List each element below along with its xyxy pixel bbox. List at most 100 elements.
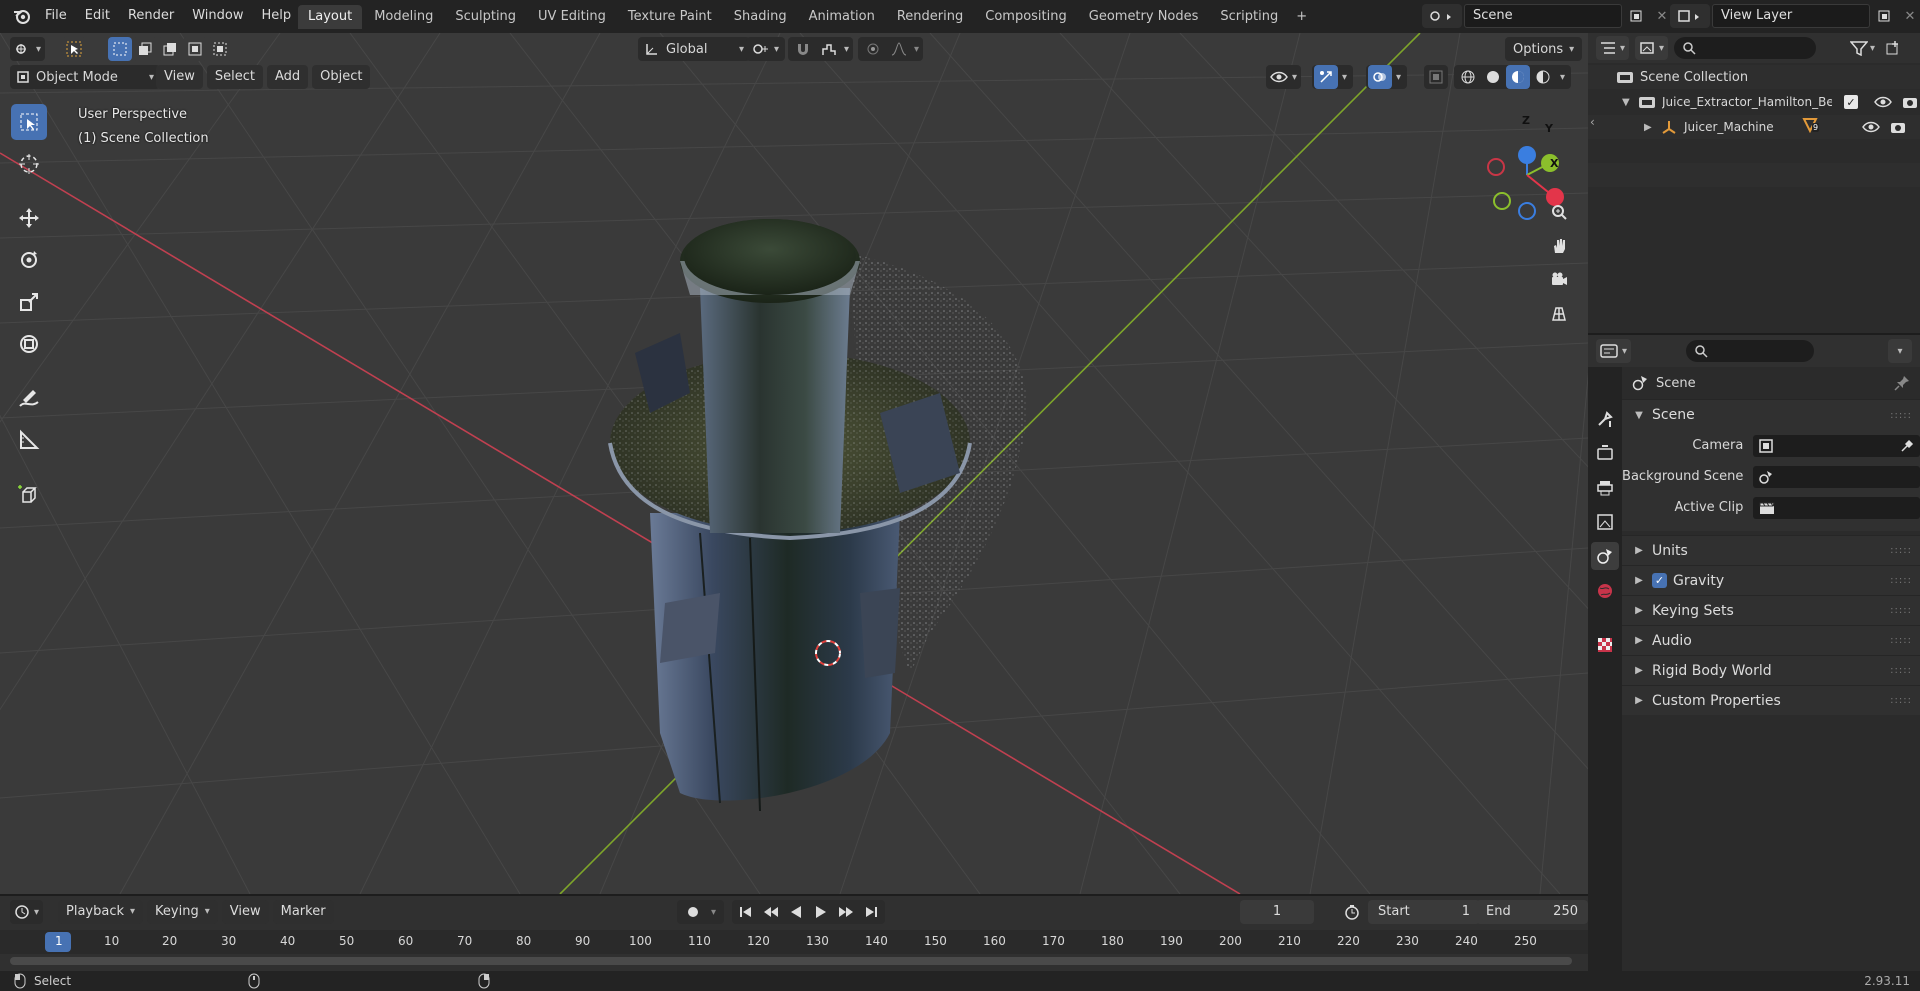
render-camera-icon[interactable] xyxy=(1890,120,1906,134)
add-workspace-button[interactable]: + xyxy=(1290,5,1313,29)
timeline-menu-view[interactable]: View xyxy=(221,900,269,924)
tab-sculpting[interactable]: Sculpting xyxy=(445,5,526,29)
collapse-region-chevron-icon[interactable]: ‹ xyxy=(1590,115,1595,129)
gravity-checkbox[interactable]: ✓ xyxy=(1652,573,1667,588)
properties-options-chevron-icon[interactable]: ▾ xyxy=(1888,339,1912,363)
render-tab-icon[interactable] xyxy=(1591,439,1619,467)
add-cube-tool[interactable] xyxy=(11,476,47,512)
select-invert-icon[interactable] xyxy=(183,37,207,61)
select-tool-mode-icon[interactable] xyxy=(62,37,86,61)
visibility-eye-icon[interactable] xyxy=(1862,120,1880,134)
pan-hand-icon[interactable] xyxy=(1545,232,1573,260)
scene-name-field[interactable]: Scene xyxy=(1464,4,1622,28)
pin-icon[interactable] xyxy=(1894,375,1910,391)
falloff-curve-icon[interactable] xyxy=(888,37,910,61)
scale-tool[interactable] xyxy=(11,284,47,320)
select-intersect-icon[interactable] xyxy=(208,37,232,61)
viewport-menu-view[interactable]: View xyxy=(156,65,203,89)
select-subtract-icon[interactable] xyxy=(158,37,182,61)
jump-end-icon[interactable] xyxy=(859,900,883,924)
zoom-icon[interactable] xyxy=(1545,198,1573,226)
world-tab-icon[interactable] xyxy=(1591,577,1619,605)
tab-geometry-nodes[interactable]: Geometry Nodes xyxy=(1079,5,1209,29)
timeline-menu-marker[interactable]: Marker xyxy=(272,900,334,924)
timeline-menu-keying[interactable]: Keying ▾ xyxy=(147,900,218,924)
snap-magnet-icon[interactable] xyxy=(792,37,814,61)
mode-dropdown[interactable]: Object Mode ▾ xyxy=(10,65,160,89)
select-extend-icon[interactable] xyxy=(133,37,157,61)
timeline-menu-playback[interactable]: Playback ▾ xyxy=(58,900,144,924)
scene-panel-header[interactable]: ▼ Scene ::::: xyxy=(1622,399,1920,430)
tree-row-collection[interactable]: ▼ Juice_Extractor_Hamilton_Bea ✓ xyxy=(1588,89,1920,115)
show-overlays-icon[interactable] xyxy=(1368,65,1392,89)
options-dropdown[interactable]: Options ▾ xyxy=(1505,37,1583,61)
tree-row-scene-collection[interactable]: Scene Collection xyxy=(1588,65,1920,89)
3d-viewport[interactable]: Z Y X User Perspective (1) Scene Collect… xyxy=(0,33,1588,894)
tab-animation[interactable]: Animation xyxy=(799,5,885,29)
transform-tool[interactable] xyxy=(11,326,47,362)
select-new-icon[interactable] xyxy=(108,37,132,61)
view-layer-field[interactable]: View Layer xyxy=(1712,4,1870,28)
keying-sets-panel-header[interactable]: ▶ Keying Sets ::::: xyxy=(1622,595,1920,625)
annotate-tool[interactable] xyxy=(11,380,47,416)
exclude-checkbox[interactable]: ✓ xyxy=(1844,95,1858,109)
jump-start-icon[interactable] xyxy=(734,900,758,924)
units-panel-header[interactable]: ▶ Units ::::: xyxy=(1622,535,1920,565)
menu-edit[interactable]: Edit xyxy=(76,4,119,28)
end-frame-field[interactable]: End 250 xyxy=(1476,900,1588,924)
visibility-dropdown[interactable]: ▾ xyxy=(1266,65,1302,89)
timeline-scrollbar[interactable] xyxy=(10,957,1572,965)
gravity-panel-header[interactable]: ▶ ✓ Gravity ::::: xyxy=(1622,565,1920,595)
background-scene-field[interactable] xyxy=(1753,465,1920,488)
output-tab-icon[interactable] xyxy=(1591,474,1619,502)
xray-toggle-icon[interactable] xyxy=(1424,65,1448,89)
new-scene-icon[interactable] xyxy=(1624,4,1648,28)
mesh-data-icon[interactable]: 9 xyxy=(1802,117,1824,137)
new-collection-icon[interactable] xyxy=(1881,36,1905,60)
measure-tool[interactable] xyxy=(11,422,47,458)
perspective-toggle-icon[interactable] xyxy=(1545,300,1573,328)
play-reverse-icon[interactable] xyxy=(784,900,808,924)
scene-browse-button[interactable] xyxy=(1422,4,1462,28)
current-frame-field[interactable]: 1 xyxy=(1240,900,1314,924)
proportional-editing-icon[interactable] xyxy=(862,37,884,61)
properties-search-input[interactable] xyxy=(1686,340,1814,362)
camera-field[interactable] xyxy=(1753,434,1920,457)
tab-texture-paint[interactable]: Texture Paint xyxy=(618,5,722,29)
rendered-shading-icon[interactable] xyxy=(1531,65,1555,89)
tool-tab-icon[interactable] xyxy=(1591,405,1619,433)
scene-tab-icon[interactable] xyxy=(1591,542,1619,570)
jump-keyframe-forward-icon[interactable] xyxy=(834,900,858,924)
material-preview-shading-icon[interactable] xyxy=(1506,65,1530,89)
viewport-menu-object[interactable]: Object xyxy=(312,65,371,89)
show-gizmo-icon[interactable] xyxy=(1314,65,1338,89)
editor-type-selector[interactable]: ▾ xyxy=(10,37,46,61)
render-camera-icon[interactable] xyxy=(1902,95,1918,109)
tab-uv-editing[interactable]: UV Editing xyxy=(528,5,616,29)
cursor-tool[interactable] xyxy=(11,146,47,182)
visibility-eye-icon[interactable] xyxy=(1874,95,1892,109)
active-clip-field[interactable] xyxy=(1753,496,1920,519)
tree-row-object[interactable]: ▶ Juicer_Machine 9 xyxy=(1588,115,1920,139)
rigid-body-world-panel-header[interactable]: ▶ Rigid Body World ::::: xyxy=(1622,655,1920,685)
rotate-tool[interactable] xyxy=(11,242,47,278)
display-mode-dropdown[interactable]: ▾ xyxy=(1635,36,1669,60)
delete-view-layer-icon[interactable]: ✕ xyxy=(1898,4,1920,28)
tab-layout[interactable]: Layout xyxy=(298,5,363,29)
tab-shading[interactable]: Shading xyxy=(724,5,797,29)
menu-help[interactable]: Help xyxy=(253,4,301,28)
play-icon[interactable] xyxy=(809,900,833,924)
record-keyframe-icon[interactable] xyxy=(681,900,705,924)
frame-ruler[interactable]: 1 10 20 30 40 50 60 70 80 90 100 110 120… xyxy=(0,930,1588,954)
preview-range-stopwatch-icon[interactable] xyxy=(1340,900,1364,924)
timeline-editor-type[interactable]: ▾ xyxy=(10,900,44,924)
filter-dropdown[interactable]: ▾ xyxy=(1850,36,1875,60)
start-frame-field[interactable]: Start 1 xyxy=(1368,900,1480,924)
transform-orientation-dropdown[interactable]: Global ▾ xyxy=(638,37,750,61)
tab-compositing[interactable]: Compositing xyxy=(975,5,1077,29)
custom-properties-panel-header[interactable]: ▶ Custom Properties ::::: xyxy=(1622,685,1920,715)
jump-keyframe-back-icon[interactable] xyxy=(759,900,783,924)
texture-tab-icon[interactable] xyxy=(1591,631,1619,659)
tab-rendering[interactable]: Rendering xyxy=(887,5,973,29)
outliner-editor-type[interactable]: ▾ xyxy=(1596,36,1630,60)
